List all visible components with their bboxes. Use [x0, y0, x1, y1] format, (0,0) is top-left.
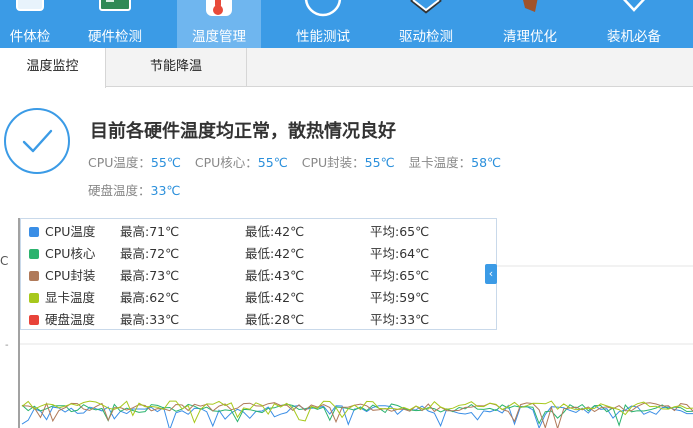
- temp-label: 硬盘温度：: [88, 183, 151, 198]
- temp-item-gpu: 显卡温度：58℃: [409, 149, 501, 177]
- legend-min: 最低:42℃: [245, 290, 305, 305]
- temperature-summary: CPU温度：55℃ CPU核心：55℃ CPU封装：55℃ 显卡温度：58℃ 硬盘温度…: [88, 149, 648, 205]
- checkup-icon: [16, 0, 44, 11]
- legend-avg: 平均:33℃: [370, 312, 430, 327]
- nav-item-performance[interactable]: 性能测试: [281, 0, 365, 48]
- legend-max: 最高:33℃: [120, 312, 180, 327]
- legend-row-cpu-core: CPU核心 最高:72℃ 最低:42℃ 平均:64℃: [21, 243, 491, 265]
- nav-item-checkup[interactable]: 件体检: [0, 0, 60, 48]
- series-layer: [21, 400, 693, 428]
- nav-label: 温度管理: [192, 29, 246, 45]
- legend-swatch: [29, 315, 39, 325]
- legend-avg: 平均:64℃: [370, 246, 430, 261]
- legend-row-gpu: 显卡温度 最高:62℃ 最低:42℃ 平均:59℃: [21, 287, 491, 309]
- legend-swatch: [29, 227, 39, 237]
- gauge-icon: [304, 0, 342, 17]
- legend-series-name: CPU核心: [45, 246, 96, 261]
- temp-item-cpu: CPU温度：55℃: [88, 149, 181, 177]
- temp-item-cpu-package: CPU封装：55℃: [302, 149, 395, 177]
- legend-swatch: [29, 293, 39, 303]
- legend-max: 最高:72℃: [120, 246, 180, 261]
- legend-series-name: 硬盘温度: [45, 312, 96, 327]
- legend-avg: 平均:59℃: [370, 290, 430, 305]
- nav-label: 装机必备: [607, 29, 661, 45]
- package-icon: [623, 0, 645, 12]
- temp-label: CPU温度：: [88, 155, 151, 170]
- driver-icon: [410, 0, 442, 14]
- nav-label: 硬件检测: [88, 29, 142, 45]
- nav-label: 性能测试: [296, 29, 350, 45]
- legend-avg: 平均:65℃: [370, 268, 430, 283]
- legend-row-cpu: CPU温度 最高:71℃ 最低:42℃ 平均:65℃: [21, 221, 491, 243]
- chart-legend: CPU温度 最高:71℃ 最低:42℃ 平均:65℃ CPU核心 最高:72℃ …: [20, 218, 497, 330]
- temp-value: 55℃: [257, 155, 288, 170]
- legend-row-disk: 硬盘温度 最高:33℃ 最低:28℃ 平均:33℃: [21, 309, 491, 331]
- tab-energy-saving[interactable]: 节能降温: [106, 48, 247, 87]
- tab-label: 温度监控: [26, 59, 79, 74]
- collapse-legend-button[interactable]: ‹: [485, 264, 497, 284]
- legend-avg: 平均:65℃: [370, 224, 430, 239]
- legend-max: 最高:71℃: [120, 224, 180, 239]
- broom-icon: [523, 0, 538, 12]
- nav-label: 清理优化: [503, 29, 557, 45]
- temp-value: 55℃: [364, 155, 395, 170]
- hardware-icon: [99, 0, 131, 11]
- legend-series-name: CPU温度: [45, 224, 96, 239]
- nav-item-driver[interactable]: 驱动检测: [384, 0, 468, 48]
- temp-label: 显卡温度：: [408, 155, 472, 170]
- y-axis-tick: -: [5, 340, 9, 351]
- legend-max: 最高:62℃: [120, 290, 180, 305]
- legend-series-name: CPU封装: [45, 268, 96, 283]
- legend-row-cpu-package: CPU封装 最高:73℃ 最低:43℃ 平均:65℃: [21, 265, 491, 287]
- legend-min: 最低:28℃: [245, 312, 305, 327]
- temperature-chart: CPU温度 最高:71℃ 最低:42℃ 平均:65℃ CPU核心 最高:72℃ …: [0, 214, 693, 428]
- temp-label: CPU核心：: [194, 155, 258, 170]
- legend-min: 最低:42℃: [245, 224, 305, 239]
- temp-label: CPU封装：: [301, 155, 365, 170]
- temp-item-disk: 硬盘温度：33℃: [88, 177, 648, 205]
- legend-swatch: [29, 271, 39, 281]
- nav-item-hardware[interactable]: 硬件检测: [72, 0, 158, 48]
- legend-series-name: 显卡温度: [45, 290, 96, 305]
- legend-min: 最低:43℃: [245, 268, 305, 283]
- tab-label: 节能降温: [149, 59, 202, 74]
- check-circle-icon: [4, 108, 70, 174]
- nav-label: 驱动检测: [399, 29, 453, 45]
- nav-item-essentials[interactable]: 装机必备: [592, 0, 676, 48]
- legend-max: 最高:73℃: [120, 268, 180, 283]
- status-headline: 目前各硬件温度均正常，散热情况良好: [90, 121, 396, 142]
- temp-value: 58℃: [471, 155, 502, 170]
- tab-temperature-monitor[interactable]: 温度监控: [0, 48, 106, 88]
- thermometer-icon: [206, 0, 232, 16]
- temp-item-cpu-core: CPU核心：55℃: [195, 149, 288, 177]
- legend-swatch: [29, 249, 39, 259]
- tab-bar: 温度监控 节能降温: [0, 48, 693, 88]
- temp-value: 55℃: [150, 155, 181, 170]
- legend-min: 最低:42℃: [245, 246, 305, 261]
- y-axis-unit: C: [0, 254, 9, 268]
- nav-item-cleanup[interactable]: 清理优化: [488, 0, 572, 48]
- main-toolbar: 件体检 硬件检测 温度管理 性能测试 驱动检测 清理优化 装机必备: [0, 0, 693, 48]
- nav-item-temperature[interactable]: 温度管理: [177, 0, 261, 48]
- nav-label: 件体检: [9, 29, 51, 45]
- series-line: [21, 402, 693, 428]
- temp-value: 33℃: [150, 183, 181, 198]
